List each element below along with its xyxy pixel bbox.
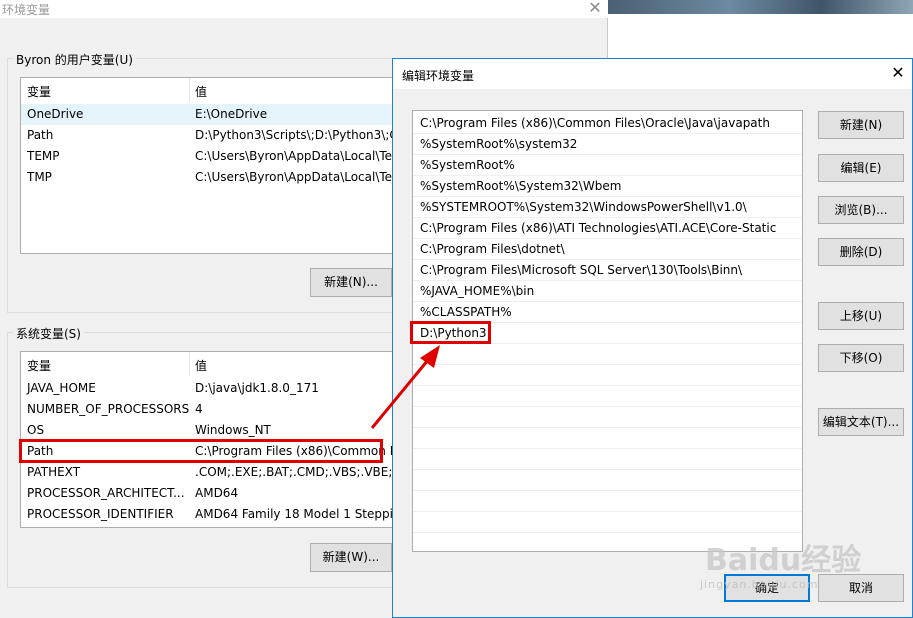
background-photo <box>608 0 913 14</box>
user-var-value: C:\Users\Byron\AppData\Local\Te <box>195 149 393 163</box>
path-entry-text: C:\Program Files\dotnet\ <box>420 242 565 256</box>
system-var-row[interactable]: OS Windows_NT <box>21 420 399 441</box>
system-var-name: JAVA_HOME <box>27 381 96 395</box>
bg-window-close-icon[interactable]: ✕ <box>584 0 606 18</box>
system-new-button[interactable]: 新建(W)... <box>310 543 392 572</box>
python-entry-highlight <box>410 321 491 344</box>
dialog-close-icon[interactable]: ✕ <box>888 63 908 83</box>
path-entry[interactable]: C:\Program Files (x86)\ATI Technologies\… <box>413 218 802 239</box>
dialog-titlebar: 编辑环境变量 ✕ <box>393 59 912 89</box>
path-entry[interactable]: %SystemRoot% <box>413 155 802 176</box>
empty-row <box>413 470 802 491</box>
user-var-row[interactable]: Path D:\Python3\Scripts\;D:\Python3\;C: <box>21 125 399 146</box>
user-col-variable[interactable]: 变量 <box>27 83 51 100</box>
system-var-value: D:\java\jdk1.8.0_171 <box>195 381 319 395</box>
user-var-name: TMP <box>27 170 52 184</box>
path-entry-text: %SystemRoot%\system32 <box>420 137 578 151</box>
dialog-title: 编辑环境变量 <box>402 69 475 83</box>
system-var-value: .COM;.EXE;.BAT;.CMD;.VBS;.VBE;.JS <box>195 465 400 479</box>
system-col-value[interactable]: 值 <box>195 357 207 374</box>
user-var-name: TEMP <box>27 149 60 163</box>
path-entry-text: %CLASSPATH% <box>420 305 512 319</box>
system-var-name: PROCESSOR_IDENTIFIER <box>27 507 174 521</box>
empty-row <box>413 449 802 470</box>
bg-window-titlebar: 环境变量 ✕ <box>0 0 608 18</box>
edit-text-button[interactable]: 编辑文本(T)... <box>818 408 904 436</box>
empty-row <box>413 407 802 428</box>
system-var-name: OS <box>27 423 45 437</box>
edit-env-var-dialog: 编辑环境变量 ✕ C:\Program Files (x86)\Common F… <box>392 58 913 618</box>
user-var-name: Path <box>27 128 54 142</box>
system-var-row[interactable]: PROCESSOR_ARCHITECT... AMD64 <box>21 483 399 504</box>
path-entry-text: %SystemRoot% <box>420 158 515 172</box>
baidu-watermark: Baidu经验 <box>705 543 862 578</box>
user-var-row[interactable]: OneDrive E:\OneDrive <box>21 104 399 125</box>
system-var-value: 4 <box>195 402 203 416</box>
user-var-row[interactable]: TMP C:\Users\Byron\AppData\Local\Te <box>21 167 399 188</box>
system-var-value: AMD64 Family 18 Model 1 Steppin <box>195 507 400 521</box>
system-col-variable[interactable]: 变量 <box>27 357 51 374</box>
system-var-name: NUMBER_OF_PROCESSORS <box>27 402 190 416</box>
path-entry-text: %SystemRoot%\System32\Wbem <box>420 179 622 193</box>
user-var-value: D:\Python3\Scripts\;D:\Python3\;C: <box>195 128 400 142</box>
system-var-row[interactable]: PROCESSOR_IDENTIFIER AMD64 Family 18 Mod… <box>21 504 399 525</box>
path-row-highlight <box>19 439 383 463</box>
user-variables-list[interactable]: 变量 值 OneDrive E:\OneDrive Path D:\Python… <box>20 77 400 254</box>
system-var-name: PROCESSOR_ARCHITECT... <box>27 486 185 500</box>
delete-button[interactable]: 删除(D) <box>818 238 904 266</box>
system-variables-header: 变量 值 <box>21 352 399 376</box>
path-entry[interactable]: C:\Program Files\Microsoft SQL Server\13… <box>413 260 802 281</box>
move-up-button[interactable]: 上移(U) <box>818 302 904 330</box>
bg-window-title: 环境变量 <box>2 3 51 17</box>
column-separator <box>189 78 190 102</box>
move-down-button[interactable]: 下移(O) <box>818 344 904 372</box>
user-variables-header: 变量 值 <box>21 78 399 102</box>
path-entry[interactable]: %JAVA_HOME%\bin <box>413 281 802 302</box>
system-var-value: AMD64 <box>195 486 239 500</box>
system-variables-label: 系统变量(S) <box>13 325 84 342</box>
user-variables-label: Byron 的用户变量(U) <box>13 51 136 68</box>
system-var-value: Windows_NT <box>195 423 271 437</box>
edit-button[interactable]: 编辑(E) <box>818 154 904 182</box>
empty-row <box>413 386 802 407</box>
path-entry-text: %SYSTEMROOT%\System32\WindowsPowerShell\… <box>420 200 747 214</box>
path-entry[interactable]: %CLASSPATH% <box>413 302 802 323</box>
user-var-value: C:\Users\Byron\AppData\Local\Te <box>195 170 393 184</box>
empty-row <box>413 365 802 386</box>
system-var-name: PATHEXT <box>27 465 81 479</box>
new-button[interactable]: 新建(N) <box>818 111 904 139</box>
user-new-button[interactable]: 新建(N)... <box>310 268 392 297</box>
path-entry-text: C:\Program Files\Microsoft SQL Server\13… <box>420 263 743 277</box>
user-var-name: OneDrive <box>27 107 84 121</box>
system-var-row[interactable]: JAVA_HOME D:\java\jdk1.8.0_171 <box>21 378 399 399</box>
path-entry[interactable]: C:\Program Files\dotnet\ <box>413 239 802 260</box>
system-var-row[interactable]: PATHEXT .COM;.EXE;.BAT;.CMD;.VBS;.VBE;.J… <box>21 462 399 483</box>
empty-row <box>413 491 802 512</box>
path-entry-text: C:\Program Files (x86)\Common Files\Orac… <box>420 116 770 130</box>
user-var-row[interactable]: TEMP C:\Users\Byron\AppData\Local\Te <box>21 146 399 167</box>
path-entry[interactable]: %SYSTEMROOT%\System32\WindowsPowerShell\… <box>413 197 802 218</box>
empty-row <box>413 344 802 365</box>
path-entry[interactable]: %SystemRoot%\system32 <box>413 134 802 155</box>
path-entry[interactable]: %SystemRoot%\System32\Wbem <box>413 176 802 197</box>
user-col-value[interactable]: 值 <box>195 83 207 100</box>
empty-row <box>413 512 802 533</box>
user-var-value: E:\OneDrive <box>195 107 268 121</box>
background-panel <box>608 14 913 58</box>
baidu-watermark-url: jingyan.baidu.com <box>700 578 819 591</box>
column-separator <box>189 352 190 376</box>
path-entry-text: C:\Program Files (x86)\ATI Technologies\… <box>420 221 777 235</box>
browse-button[interactable]: 浏览(B)... <box>818 196 904 224</box>
empty-row <box>413 428 802 449</box>
path-entry[interactable]: C:\Program Files (x86)\Common Files\Orac… <box>413 113 802 134</box>
system-var-row[interactable]: NUMBER_OF_PROCESSORS 4 <box>21 399 399 420</box>
path-entry-text: %JAVA_HOME%\bin <box>420 284 535 298</box>
